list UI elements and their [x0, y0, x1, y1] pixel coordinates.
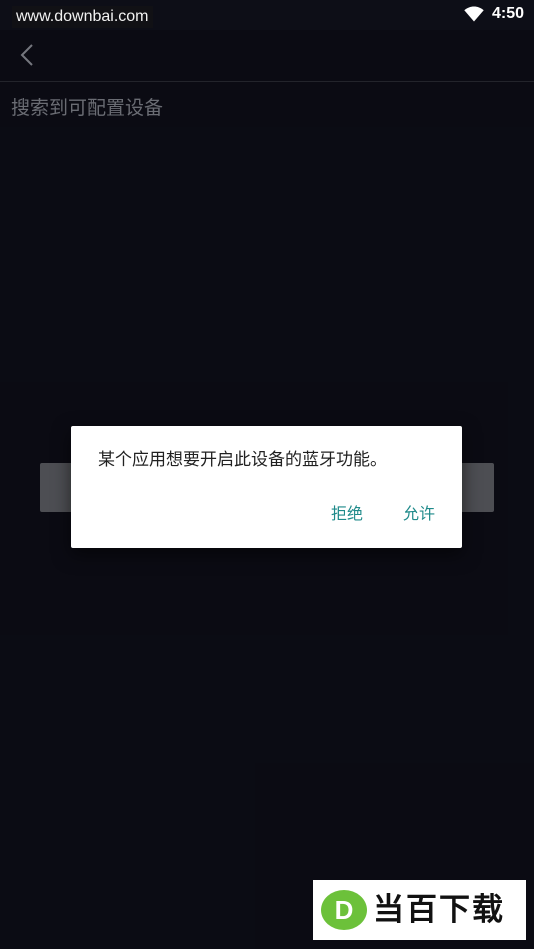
status-bar: www.downbai.com 4:50 [0, 0, 534, 30]
dialog-actions: 拒绝 允许 [322, 500, 444, 528]
logo-text: 当百下载 [373, 892, 505, 928]
deny-button[interactable]: 拒绝 [322, 500, 372, 528]
watermark-url: www.downbai.com [12, 6, 153, 28]
clock: 4:50 [491, 5, 524, 22]
dialog-message: 某个应用想要开启此设备的蓝牙功能。 [98, 450, 387, 470]
downbai-logo: D 当百下载 [313, 880, 526, 940]
logo-mark-letter: D [335, 895, 354, 925]
status-icons: 4:50 [464, 4, 524, 24]
logo-mark-icon: D [321, 890, 367, 930]
wifi-icon [464, 6, 484, 22]
bluetooth-permission-dialog: 某个应用想要开启此设备的蓝牙功能。 拒绝 允许 [71, 426, 462, 548]
allow-button[interactable]: 允许 [394, 500, 444, 528]
